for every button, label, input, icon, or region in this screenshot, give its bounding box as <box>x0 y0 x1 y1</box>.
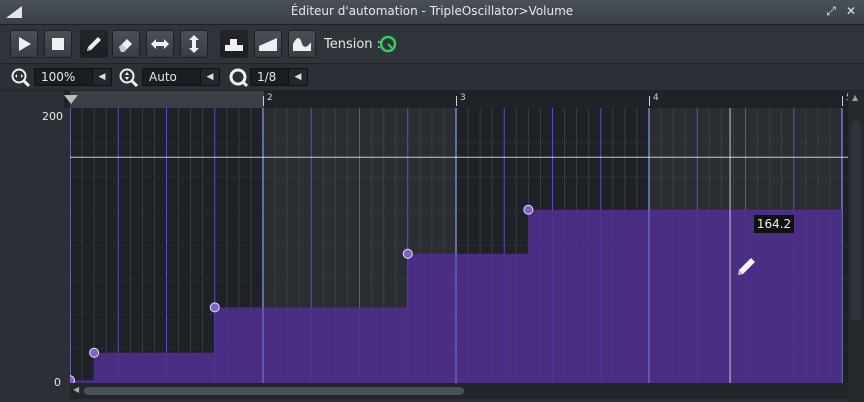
automation-point <box>402 248 413 259</box>
stop-icon <box>52 38 64 50</box>
quantize-value: 1/8 <box>257 70 277 84</box>
vertical-zoom-icon <box>119 68 139 88</box>
erase-mode-button[interactable] <box>112 30 140 58</box>
vertical-scrollbar[interactable]: ▲ <box>848 91 864 402</box>
cubic-hermite-progression-button[interactable] <box>288 30 316 58</box>
ruler-tick <box>456 96 457 106</box>
vertical-zoom-value: Auto <box>149 70 177 84</box>
horizontal-zoom-icon <box>11 68 31 88</box>
automation-point <box>209 302 220 313</box>
title-bar[interactable]: Éditeur d'automation - TripleOscillator>… <box>0 0 864 25</box>
automation-curve[interactable] <box>70 108 848 383</box>
value-axis: 200 0 <box>0 108 70 389</box>
horizontal-zoom-select[interactable]: 100% ◀ <box>34 68 112 86</box>
stop-button[interactable] <box>44 30 72 58</box>
ruler-bar-label: 3 <box>460 93 466 103</box>
automation-plot[interactable] <box>70 108 848 383</box>
discrete-progression-button[interactable] <box>220 30 248 58</box>
draw-mode-button[interactable] <box>80 30 108 58</box>
flip-vertical-button[interactable] <box>180 30 208 58</box>
pencil-icon <box>87 37 101 51</box>
quantize-icon <box>229 68 249 88</box>
ruler-bar-label: 2 <box>267 93 273 103</box>
ruler-tick <box>649 96 650 106</box>
pencil-cursor-icon <box>738 258 755 275</box>
quantize-select[interactable]: 1/8 ◀ <box>250 68 308 86</box>
automation-point <box>89 347 100 358</box>
discrete-progression-icon <box>225 39 243 51</box>
ruler-tick <box>842 96 843 106</box>
play-icon <box>19 37 31 51</box>
chevron-left-icon: ◀ <box>288 69 307 85</box>
maximize-icon[interactable]: ⤢ <box>824 4 838 18</box>
value-tooltip: 164.2 <box>754 215 794 233</box>
axis-min-label: 0 <box>54 376 61 389</box>
vertical-zoom-select[interactable]: Auto ◀ <box>142 68 220 86</box>
window-title: Éditeur d'automation - TripleOscillator>… <box>290 4 574 18</box>
horizontal-scroll-thumb[interactable] <box>84 387 464 395</box>
play-button[interactable] <box>10 30 38 58</box>
horizontal-scrollbar[interactable]: ◀ <box>70 383 848 399</box>
edit-toolbar: Tension : <box>0 25 864 64</box>
close-icon[interactable]: ✕ <box>844 4 858 18</box>
automation-editor-window: Éditeur d'automation - TripleOscillator>… <box>0 0 864 402</box>
chevron-left-icon: ◀ <box>92 69 111 85</box>
chevron-left-icon: ◀ <box>200 69 219 85</box>
horizontal-zoom-value: 100% <box>41 70 76 84</box>
timeline-ruler[interactable]: 2345 <box>64 91 852 108</box>
scroll-up-icon[interactable]: ▲ <box>852 93 858 102</box>
flip-horizontal-button[interactable] <box>146 30 174 58</box>
zoom-toolbar: 100% ◀ Auto ◀ 1/8 ◀ <box>0 64 864 91</box>
automation-editor: 2345 200 0 164.2 <box>0 91 864 402</box>
axis-max-label: 200 <box>42 110 63 123</box>
flip-vertical-icon <box>189 35 199 53</box>
automation-point <box>523 204 534 215</box>
vertical-scroll-thumb[interactable] <box>851 121 861 321</box>
linear-progression-icon <box>259 38 277 51</box>
flip-horizontal-icon <box>151 39 169 49</box>
tension-label: Tension : <box>324 37 382 52</box>
linear-progression-button[interactable] <box>254 30 282 58</box>
ruler-bar-label: 4 <box>653 93 659 103</box>
scroll-left-icon[interactable]: ◀ <box>73 385 79 394</box>
eraser-icon <box>119 39 132 52</box>
tension-knob[interactable] <box>378 34 398 54</box>
cubic-hermite-icon <box>293 38 311 51</box>
ruler-tick <box>263 96 264 106</box>
